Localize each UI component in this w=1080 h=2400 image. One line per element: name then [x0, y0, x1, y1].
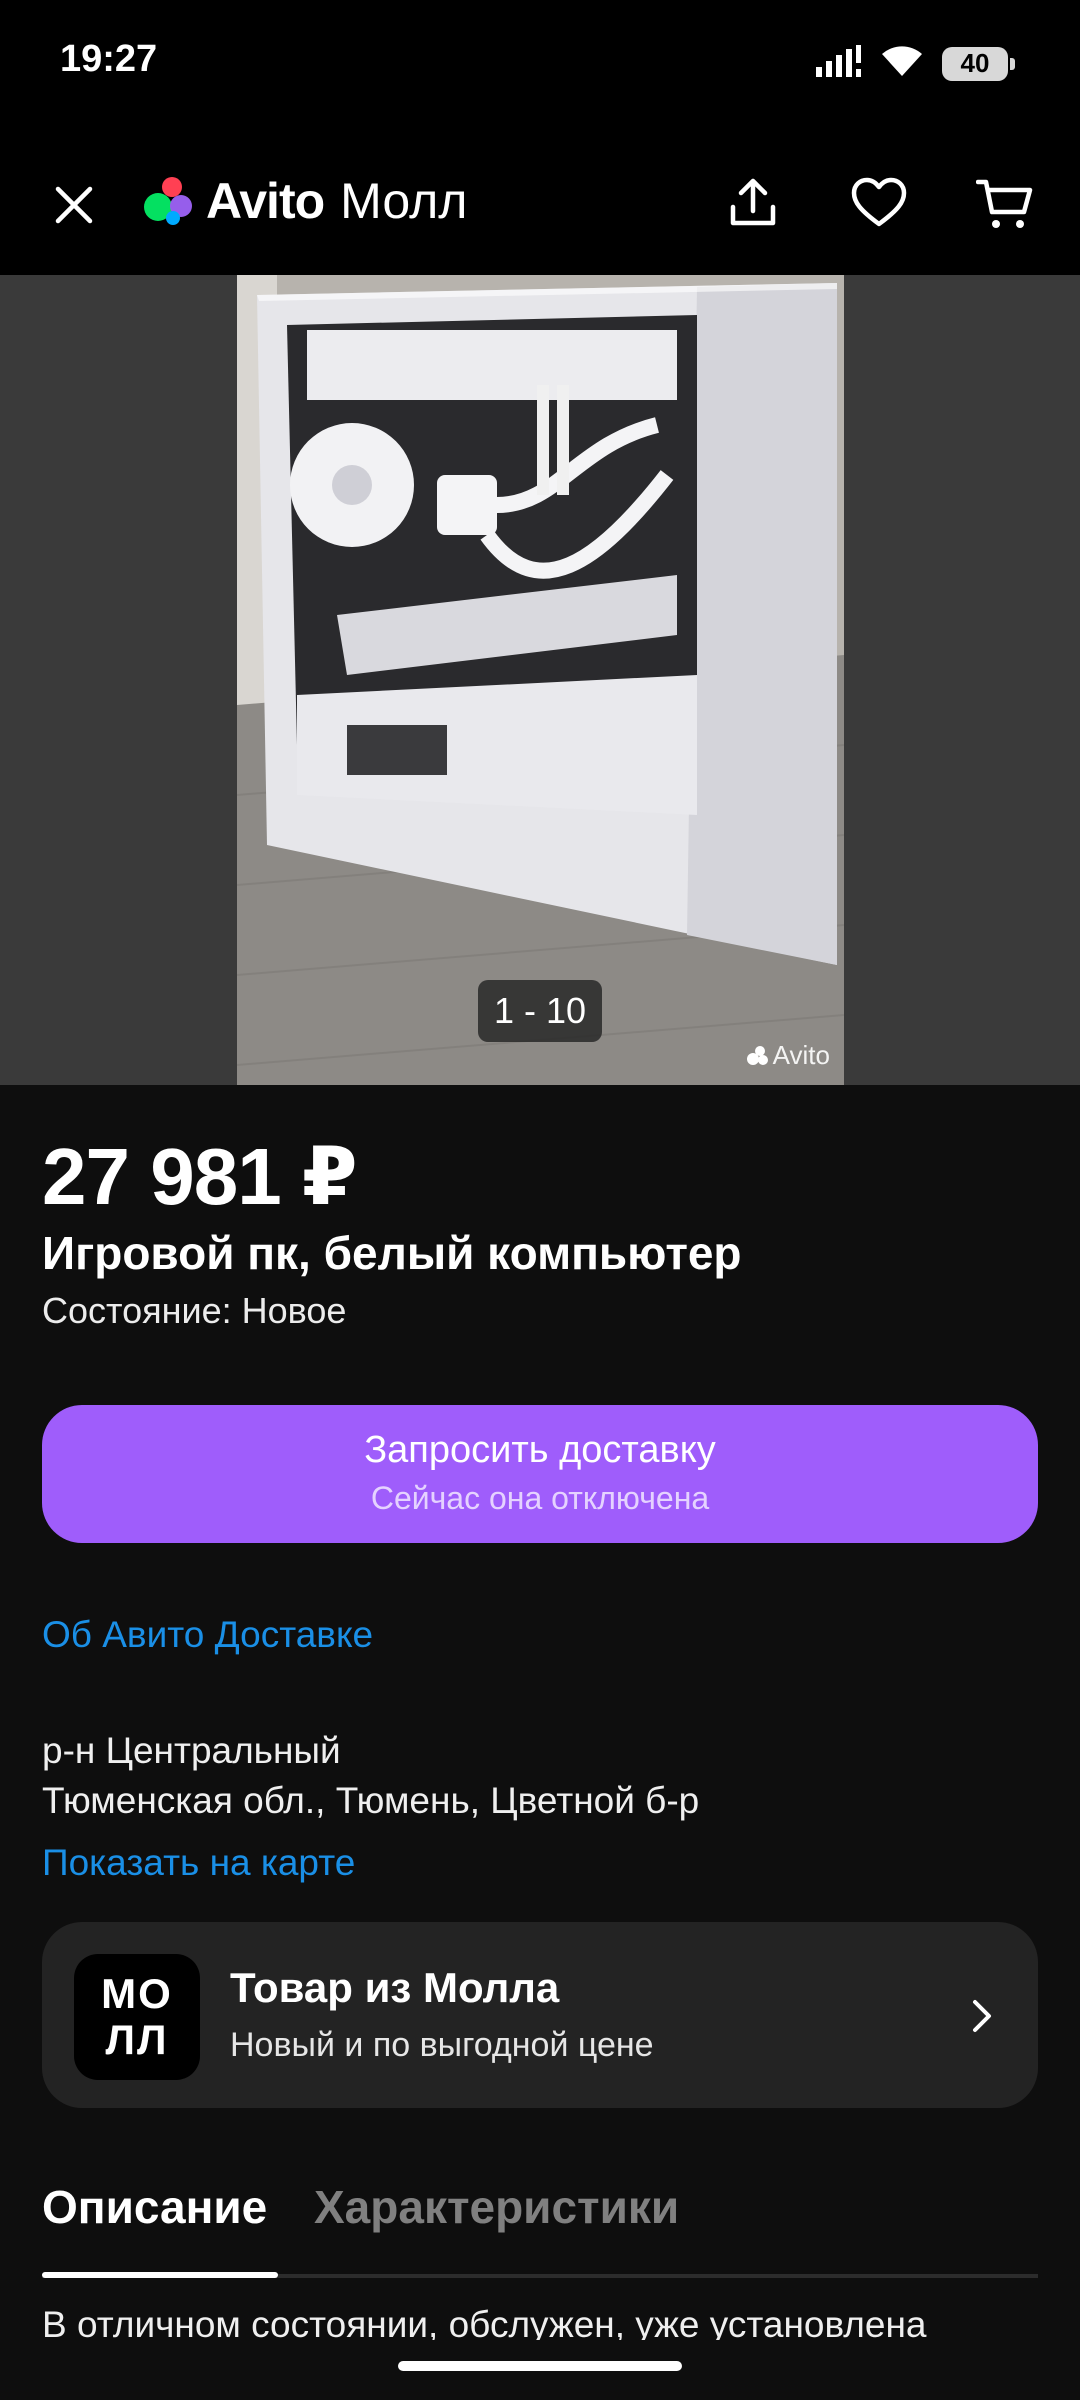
signal-icon	[816, 45, 862, 82]
mall-logo-line1: МО	[101, 1970, 173, 2017]
status-bar: 19:27 40	[0, 0, 1080, 125]
app-bar: Avito Молл	[0, 125, 1080, 275]
wifi-icon	[880, 44, 924, 83]
mall-promo-card[interactable]: МО ЛЛ Товар из Молла Новый и по выгодной…	[42, 1922, 1038, 2108]
avito-watermark: Avito	[746, 1040, 830, 1071]
description-text: В отличном состоянии, обслужен, уже уста…	[42, 2304, 927, 2340]
avito-watermark-icon	[746, 1045, 768, 1065]
status-time: 19:27	[60, 38, 158, 80]
location-district: р-н Центральный	[42, 1730, 341, 1771]
listing-price: 27 981 ₽	[42, 1132, 358, 1221]
battery-level: 40	[960, 48, 990, 78]
tab-description[interactable]: Описание	[42, 2180, 267, 2234]
photo-gallery[interactable]: Avito 1 - 10	[0, 275, 1080, 1085]
home-indicator[interactable]	[398, 2361, 682, 2371]
tab-characteristics[interactable]: Характеристики	[314, 2180, 679, 2234]
about-delivery-link[interactable]: Об Авито Доставке	[42, 1614, 373, 1656]
close-button[interactable]	[44, 175, 104, 235]
request-delivery-button[interactable]: Запросить доставку Сейчас она отключена	[42, 1405, 1038, 1543]
tab-active-indicator	[42, 2272, 278, 2278]
battery-icon: 40	[942, 46, 1015, 81]
mall-card-title: Товар из Молла	[230, 1964, 560, 2011]
logo-mall-text: Молл	[340, 173, 468, 229]
description-preview: В отличном состоянии, обслужен, уже уста…	[42, 2300, 1042, 2340]
mall-card-subtitle: Новый и по выгодной цене	[230, 2026, 654, 2064]
mall-logo-line2: ЛЛ	[105, 2016, 169, 2063]
cart-button[interactable]	[972, 170, 1038, 236]
request-delivery-sublabel: Сейчас она отключена	[370, 1480, 710, 1516]
location-address: Тюменская обл., Тюмень, Цветной б-р	[42, 1780, 700, 1821]
favorite-button[interactable]	[846, 170, 912, 236]
request-delivery-label: Запросить доставку	[364, 1429, 716, 1471]
listing-tabs: Описание Характеристики	[42, 2180, 1038, 2280]
share-button[interactable]	[720, 170, 786, 236]
avito-mall-logo: Avito Молл	[144, 173, 467, 229]
close-icon	[55, 186, 93, 224]
chevron-right-icon	[962, 1996, 1002, 2036]
listing-condition: Состояние: Новое	[42, 1290, 347, 1331]
listing-title: Игровой пк, белый компьютер	[42, 1227, 742, 1279]
show-on-map-link[interactable]: Показать на карте	[42, 1842, 355, 1884]
photo-counter: 1 - 10	[478, 980, 602, 1042]
avito-watermark-text: Avito	[772, 1040, 830, 1070]
logo-avito-text: Avito	[206, 173, 325, 229]
cart-icon	[976, 179, 1033, 228]
mall-logo: МО ЛЛ	[74, 1954, 200, 2080]
product-photo[interactable]: Avito	[237, 275, 844, 1085]
status-icons: 40	[816, 44, 1015, 83]
heart-icon	[851, 177, 907, 227]
share-icon	[730, 178, 776, 226]
avito-dots-icon	[144, 177, 192, 225]
